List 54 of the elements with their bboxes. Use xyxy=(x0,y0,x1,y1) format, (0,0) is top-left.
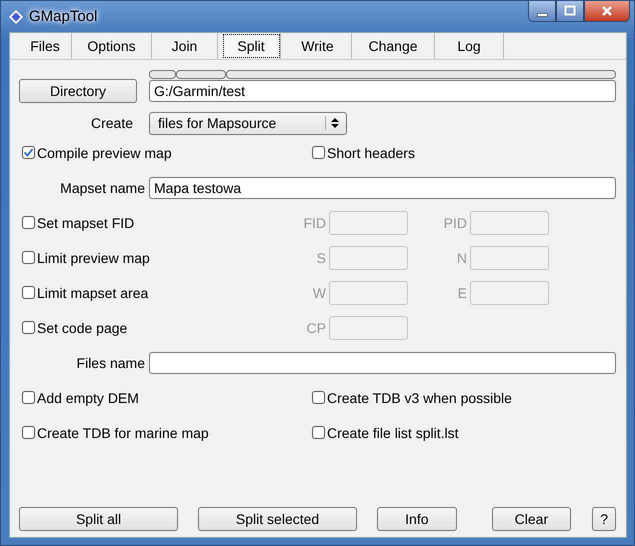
number-field[interactable] xyxy=(470,210,549,234)
field-label: FID xyxy=(302,214,327,230)
tab[interactable]: Change xyxy=(352,33,435,59)
create-dropdown[interactable]: files for Mapsource xyxy=(149,112,347,134)
minimize-icon xyxy=(536,13,548,17)
field-label: Mapset name xyxy=(59,180,146,196)
number-field[interactable] xyxy=(470,246,549,270)
field-label: CP xyxy=(306,320,327,336)
checkbox[interactable]: Compile preview map xyxy=(22,144,309,160)
tab[interactable]: Log xyxy=(435,33,504,59)
maximize-icon xyxy=(564,5,576,17)
minimize-button[interactable] xyxy=(528,1,556,22)
path-bar[interactable] xyxy=(149,70,616,79)
number-field[interactable] xyxy=(329,210,408,234)
field-label: N xyxy=(456,250,468,266)
field-label: S xyxy=(316,250,327,266)
checkbox[interactable]: Limit mapset area xyxy=(22,284,289,300)
maximize-button[interactable] xyxy=(556,1,584,22)
action-button[interactable]: Clear xyxy=(492,507,572,531)
checkbox[interactable]: Short headers xyxy=(312,144,616,160)
action-button[interactable]: Split all xyxy=(19,507,178,531)
number-field[interactable] xyxy=(329,316,408,340)
checkmark-icon xyxy=(23,147,34,158)
field-label: E xyxy=(456,284,468,300)
close-button[interactable] xyxy=(584,1,630,22)
app-icon xyxy=(9,10,23,24)
checkbox[interactable]: Create TDB for marine map xyxy=(22,424,309,440)
action-button[interactable]: Info xyxy=(377,507,457,531)
tab[interactable]: Files xyxy=(19,33,72,59)
create-label: Create xyxy=(90,115,134,131)
checkbox[interactable]: Set mapset FID xyxy=(22,214,289,230)
text-field[interactable]: Mapa testowa xyxy=(149,176,616,198)
checkbox[interactable]: Add empty DEM xyxy=(22,390,309,406)
directory-field[interactable]: G:/Garmin/test xyxy=(149,80,616,102)
number-field[interactable] xyxy=(329,246,408,270)
window-title: GMapTool xyxy=(29,8,98,25)
tab[interactable]: Write xyxy=(284,33,352,59)
number-field[interactable] xyxy=(329,280,408,304)
close-icon xyxy=(600,5,614,17)
checkbox[interactable]: Limit preview map xyxy=(22,250,289,266)
tab[interactable]: Options xyxy=(72,33,152,59)
field-label: W xyxy=(312,284,327,300)
checkbox[interactable]: Create TDB v3 when possible xyxy=(312,390,616,406)
field-label: Files name xyxy=(76,354,146,370)
action-button[interactable]: Split selected xyxy=(198,507,358,531)
tab[interactable]: Split xyxy=(222,33,281,59)
tab[interactable]: Join xyxy=(152,33,218,59)
action-button[interactable]: ? xyxy=(592,507,616,531)
number-field[interactable] xyxy=(470,280,549,304)
checkbox[interactable]: Set code page xyxy=(22,320,289,336)
directory-button[interactable]: Directory xyxy=(19,79,137,103)
field-label: PID xyxy=(442,214,468,230)
checkbox[interactable]: Create file list split.lst xyxy=(312,424,616,440)
text-field[interactable] xyxy=(149,352,616,374)
